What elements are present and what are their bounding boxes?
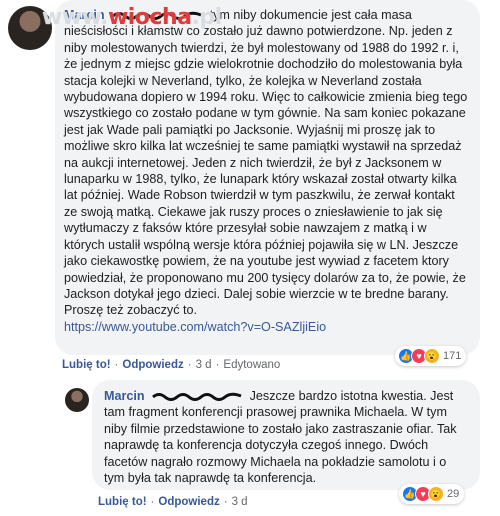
comment-time[interactable]: 3 d (232, 496, 248, 508)
separator-dot: · (223, 496, 228, 508)
edited-label[interactable]: Edytowano (223, 359, 280, 371)
reply-button[interactable]: Odpowiedz (158, 496, 219, 508)
watermark-brand: wiocha (107, 5, 192, 30)
reaction-summary[interactable]: 👍 ♥ 😮 29 (399, 484, 465, 504)
comment-body: Marcin tym niby dokumencie jest cała mas… (64, 7, 468, 335)
reply-bubble: Marcin Jeszcze bardzo istotna kwestia. J… (92, 380, 480, 490)
reply-actions: Lubię to! · Odpowiedz · 3 d (98, 496, 248, 508)
watermark-prefix: www. (42, 5, 108, 30)
separator-dot: · (150, 496, 155, 508)
comment-actions: Lubię to! · Odpowiedz · 3 d · Edytowano (62, 359, 280, 371)
comment-text: tym niby dokumencie jest cała masa nieśc… (64, 8, 468, 318)
separator-dot: · (187, 359, 192, 371)
reply-text: Jeszcze bardzo istotna kwestia. Jest tam… (104, 389, 457, 486)
reaction-count: 171 (443, 350, 462, 362)
comment-bubble: Marcin tym niby dokumencie jest cała mas… (55, 0, 480, 355)
separator-dot: · (114, 359, 119, 371)
avatar[interactable] (65, 388, 89, 412)
comment-time[interactable]: 3 d (196, 359, 212, 371)
reaction-count: 29 (447, 488, 460, 500)
redaction-scribble (152, 392, 242, 402)
like-button[interactable]: Lubię to! (62, 359, 111, 371)
watermark-suffix: .pl (191, 5, 222, 30)
reply-author[interactable]: Marcin (104, 389, 145, 403)
wow-icon: 😮 (428, 486, 444, 502)
separator-dot: · (215, 359, 220, 371)
comment-link[interactable]: https://www.youtube.com/watch?v=O-SAZlji… (64, 319, 468, 335)
reaction-summary[interactable]: 👍 ♥ 😮 171 (395, 346, 467, 366)
reply-button[interactable]: Odpowiedz (122, 359, 183, 371)
wow-icon: 😮 (424, 348, 440, 364)
site-watermark: www.wiocha.pl (42, 5, 222, 30)
like-button[interactable]: Lubię to! (98, 496, 147, 508)
reply-body: Marcin Jeszcze bardzo istotna kwestia. J… (104, 388, 468, 486)
